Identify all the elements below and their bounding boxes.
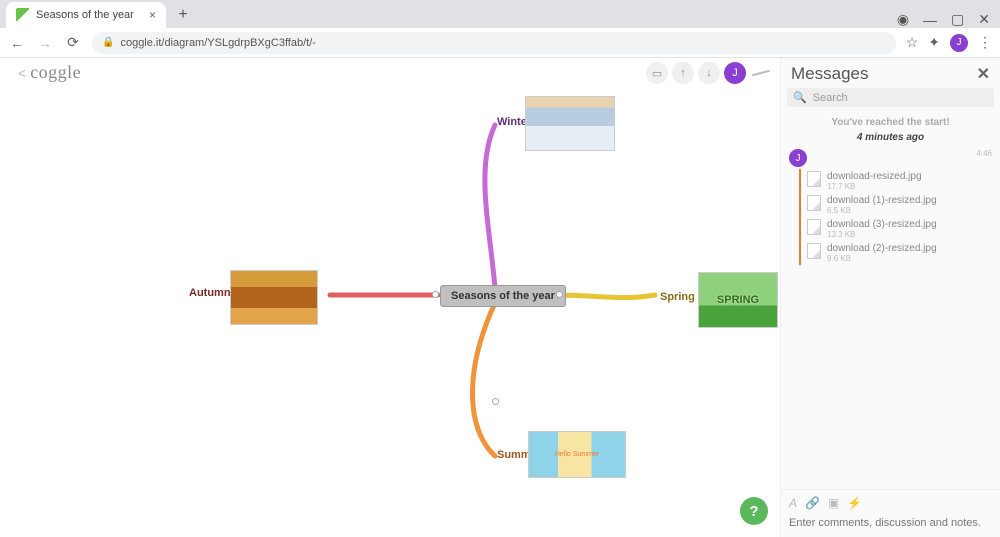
thumb-winter[interactable] <box>525 96 615 151</box>
file-row[interactable]: download (1)-resized.jpg 6.5 KB <box>807 193 992 217</box>
file-row[interactable]: download (2)-resized.jpg 9.6 KB <box>807 241 992 265</box>
messages-start-text: You've reached the start! <box>781 117 1000 128</box>
file-row[interactable]: download (3)-resized.jpg 13.3 KB <box>807 217 992 241</box>
file-icon <box>807 243 821 259</box>
lock-icon: 🔒 <box>102 37 114 48</box>
file-name: download-resized.jpg <box>827 171 922 182</box>
tab-favicon <box>16 8 30 22</box>
profile-avatar[interactable]: J <box>950 34 968 52</box>
messages-title: Messages <box>791 64 868 84</box>
diagram-canvas[interactable]: < coggle ▭ ↑ ↓ J Seasons of the year Win <box>0 58 780 537</box>
thumb-summer-text: Hello Summer <box>555 451 599 458</box>
browser-tab[interactable]: Seasons of the year × <box>6 2 166 28</box>
messages-footer: A 🔗 ▣ ⚡ <box>781 489 1000 537</box>
circle-icon[interactable]: ◉ <box>897 11 909 28</box>
close-panel-icon[interactable]: ✕ <box>977 64 990 84</box>
message-header: J 4:46 <box>781 149 1000 167</box>
file-name: download (1)-resized.jpg <box>827 195 937 206</box>
maximize-icon[interactable]: ▢ <box>951 11 964 28</box>
window-controls: ◉ — ▢ ✕ <box>897 11 1000 28</box>
file-size: 17.7 KB <box>827 182 922 191</box>
minimize-icon[interactable]: — <box>923 12 937 28</box>
message-time: 4:46 <box>976 149 992 158</box>
file-icon <box>807 219 821 235</box>
thumb-autumn[interactable] <box>230 270 318 325</box>
browser-address-bar: ← → ⟳ 🔒 coggle.it/diagram/YSLgdrpBXgC3ff… <box>0 28 1000 58</box>
bookmark-icon[interactable]: ☆ <box>906 34 919 51</box>
file-icon <box>807 195 821 211</box>
comment-input[interactable] <box>789 517 992 529</box>
url-text: coggle.it/diagram/YSLgdrpBXgC3ffab/t/- <box>120 37 315 49</box>
tab-title: Seasons of the year <box>36 9 134 21</box>
help-button[interactable]: ? <box>740 497 768 525</box>
file-icon <box>807 171 821 187</box>
node-handle-bottom[interactable] <box>492 398 499 405</box>
messages-panel: Messages ✕ 🔍 Search You've reached the s… <box>780 58 1000 537</box>
thumb-spring[interactable] <box>698 272 778 328</box>
file-size: 9.6 KB <box>827 254 937 263</box>
window-close-icon[interactable]: ✕ <box>978 11 990 28</box>
messages-timestamp: 4 minutes ago <box>781 132 1000 143</box>
browser-menu-icon[interactable]: ⋮ <box>978 34 992 51</box>
bolt-icon[interactable]: ⚡ <box>847 496 862 510</box>
file-list: download-resized.jpg 17.7 KB download (1… <box>799 169 992 265</box>
comment-toolbar: A 🔗 ▣ ⚡ <box>789 496 992 510</box>
reload-icon[interactable]: ⟳ <box>64 34 82 51</box>
search-icon: 🔍 <box>793 91 807 104</box>
new-tab-button[interactable]: + <box>172 4 194 26</box>
link-icon[interactable]: 🔗 <box>805 496 820 510</box>
node-handle-right[interactable] <box>556 291 563 298</box>
forward-icon: → <box>36 35 54 51</box>
node-center[interactable]: Seasons of the year <box>440 285 566 307</box>
file-size: 6.5 KB <box>827 206 937 215</box>
node-label-spring[interactable]: Spring <box>660 291 695 303</box>
url-field[interactable]: 🔒 coggle.it/diagram/YSLgdrpBXgC3ffab/t/- <box>92 32 896 54</box>
message-avatar[interactable]: J <box>789 149 807 167</box>
browser-tabstrip: Seasons of the year × + ◉ — ▢ ✕ <box>0 0 1000 28</box>
messages-search[interactable]: 🔍 Search <box>787 88 994 107</box>
search-placeholder: Search <box>813 92 848 104</box>
image-icon[interactable]: ▣ <box>828 496 839 510</box>
thumb-summer[interactable]: Hello Summer <box>528 431 626 478</box>
file-size: 13.3 KB <box>827 230 937 239</box>
node-handle-left[interactable] <box>432 291 439 298</box>
close-icon[interactable]: × <box>149 8 156 22</box>
back-icon[interactable]: ← <box>8 35 26 51</box>
extensions-icon[interactable]: ✦ <box>928 34 940 51</box>
file-name: download (2)-resized.jpg <box>827 243 937 254</box>
italic-icon[interactable]: A <box>789 496 797 510</box>
file-row[interactable]: download-resized.jpg 17.7 KB <box>807 169 992 193</box>
file-name: download (3)-resized.jpg <box>827 219 937 230</box>
node-label-autumn[interactable]: Autumn <box>189 287 231 299</box>
